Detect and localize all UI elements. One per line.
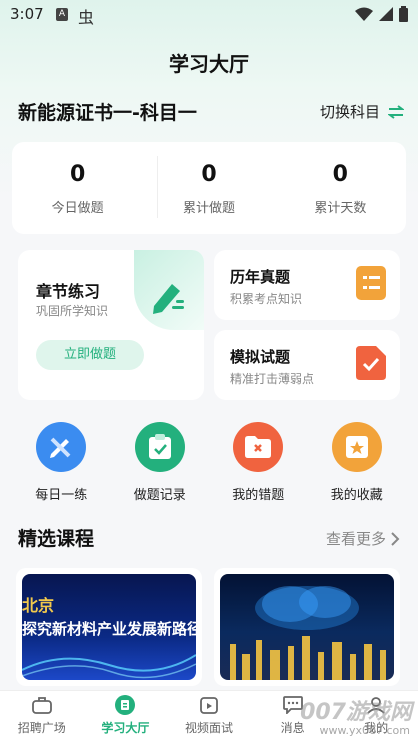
- stat-days: 0 累计天数: [275, 142, 406, 234]
- quick-label: 我的收藏: [330, 488, 383, 503]
- clipboard-check-icon: [134, 422, 185, 472]
- course-line1: 北京: [22, 596, 55, 615]
- list-doc-icon: [356, 266, 386, 300]
- stat-value: 0: [332, 162, 348, 187]
- stat-value: 0: [201, 162, 217, 187]
- mock-exams-subtitle: 精准打击薄弱点: [230, 372, 315, 386]
- wrong-questions-button[interactable]: 我的错题: [213, 422, 303, 503]
- chevron-right-icon: [391, 531, 400, 546]
- swap-icon: [388, 104, 404, 119]
- cloud-data-image: [230, 586, 386, 680]
- watermark-url: www.yx007.com: [319, 724, 410, 737]
- notification-a-icon: A: [56, 8, 68, 21]
- stats-card: 0 今日做题 0 累计做题 0 累计天数: [12, 142, 406, 234]
- practice-record-button[interactable]: 做题记录: [115, 422, 205, 503]
- tab-study-hall[interactable]: 学习大厅: [84, 691, 168, 744]
- stat-value: 0: [70, 162, 86, 187]
- tab-recruitment[interactable]: 招聘广场: [0, 691, 84, 744]
- switch-subject-label: 切换科目: [319, 103, 380, 121]
- mock-exams-card[interactable]: 模拟试题 精准打击薄弱点: [214, 330, 400, 400]
- course-thumbnail: 北京 探究新材料产业发展新路径: [22, 574, 196, 680]
- folder-x-icon: [233, 422, 284, 472]
- quick-label: 每日一练: [35, 488, 88, 503]
- video-icon: [198, 695, 220, 715]
- stat-today: 0 今日做题: [12, 142, 143, 234]
- see-more-label: 查看更多: [325, 530, 386, 548]
- signal-icon: [379, 7, 393, 21]
- switch-subject-button[interactable]: 切换科目: [320, 101, 404, 122]
- mock-exams-title: 模拟试题: [230, 348, 291, 366]
- chapter-subtitle: 巩固所学知识: [36, 304, 109, 318]
- battery-icon: [399, 6, 408, 22]
- pencil-ruler-icon: [36, 422, 87, 472]
- wave-decoration: [22, 654, 196, 679]
- daily-practice-button[interactable]: 每日一练: [16, 422, 106, 503]
- book-icon: [114, 695, 136, 715]
- stat-label: 累计天数: [314, 201, 367, 216]
- tab-label: 视频面试: [184, 721, 233, 735]
- quick-actions: 每日一练 做题记录 我的错题 我的收藏: [0, 422, 418, 503]
- stat-label: 今日做题: [51, 201, 104, 216]
- past-exams-title: 历年真题: [230, 268, 291, 286]
- status-time: 3:07: [10, 5, 44, 23]
- briefcase-icon: [31, 695, 53, 715]
- quick-label: 我的错题: [232, 488, 285, 503]
- chapter-title: 章节练习: [36, 282, 101, 301]
- star-box-icon: [331, 422, 382, 472]
- tab-label: 学习大厅: [101, 721, 150, 735]
- quick-label: 做题记录: [133, 488, 186, 503]
- subject-name: 新能源证书一-科目一: [18, 102, 197, 124]
- stat-total: 0 累计做题: [143, 142, 274, 234]
- pencil-icon: [153, 284, 184, 314]
- see-more-link[interactable]: 查看更多: [326, 528, 400, 549]
- watermark-logo: 007游戏网: [300, 700, 412, 725]
- tab-video-interview[interactable]: 视频面试: [167, 691, 251, 744]
- courses-section-title: 精选课程: [18, 528, 95, 550]
- stat-label: 累计做题: [182, 201, 235, 216]
- past-exams-subtitle: 积累考点知识: [230, 292, 303, 306]
- start-practice-button[interactable]: 立即做题: [36, 340, 144, 370]
- course-card[interactable]: [214, 568, 400, 686]
- status-bar: 3:07 A 虫: [0, 0, 418, 30]
- divider: [157, 156, 158, 218]
- wifi-icon: [355, 7, 373, 21]
- course-card[interactable]: 北京 探究新材料产业发展新路径: [16, 568, 202, 686]
- favorites-button[interactable]: 我的收藏: [312, 422, 402, 503]
- page-title: 学习大厅: [169, 52, 249, 76]
- course-line2: 探究新材料产业发展新路径: [22, 620, 196, 638]
- chapter-practice-card[interactable]: 章节练习 巩固所学知识 立即做题: [18, 250, 204, 400]
- checked-doc-icon: [356, 346, 386, 380]
- course-thumbnail: [220, 574, 394, 680]
- tab-label: 招聘广场: [17, 721, 66, 735]
- status-right: [355, 6, 408, 22]
- notification-app-icon: 虫: [78, 8, 95, 27]
- past-exams-card[interactable]: 历年真题 积累考点知识: [214, 250, 400, 320]
